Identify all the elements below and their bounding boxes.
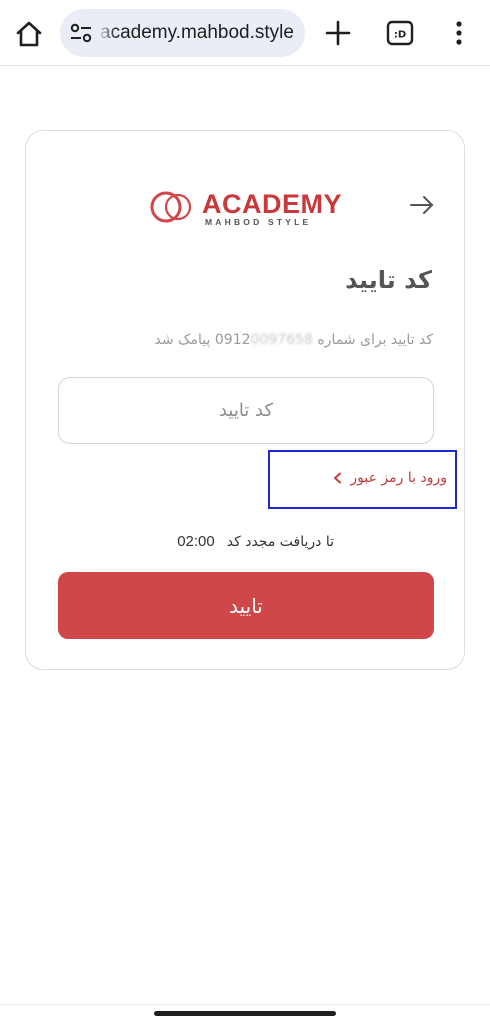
password-login-link[interactable]: ورود با رمز عبور	[333, 470, 447, 486]
tab-switcher-icon[interactable]: :D	[386, 20, 414, 46]
phone-number: 09120097658	[215, 332, 313, 348]
logo-subtext: MAHBOD STYLE	[205, 217, 311, 227]
highlight-box: ورود با رمز عبور	[268, 450, 457, 509]
new-tab-icon[interactable]	[324, 19, 352, 47]
more-menu-icon[interactable]	[452, 18, 466, 48]
password-login-label[interactable]: ورود با رمز عبور	[350, 470, 447, 486]
home-icon[interactable]	[14, 19, 44, 49]
page-title: کد تایید	[345, 266, 432, 294]
resend-timer-row: تا دریافت مجدد کد 02:00	[177, 533, 334, 550]
logo-text: ACADEMY	[202, 189, 342, 219]
academy-logo: ACADEMY MAHBOD STYLE	[150, 189, 342, 227]
tab-count: :D	[394, 30, 406, 41]
resend-text: تا دریافت مجدد کد	[226, 533, 334, 550]
verification-card: ACADEMY MAHBOD STYLE کد تایید کد تایید ب…	[25, 130, 465, 670]
site-settings-icon[interactable]	[70, 23, 92, 43]
arrow-right-icon[interactable]	[408, 193, 436, 217]
resend-countdown: 02:00	[177, 533, 215, 550]
sms-info-prefix: کد تایید برای شماره	[317, 332, 433, 348]
nav-bar-divider	[0, 1004, 490, 1005]
phone-hidden: 0097658	[250, 332, 313, 348]
sms-info-suffix: پیامک شد	[154, 332, 211, 348]
phone-visible: 0912	[214, 332, 251, 348]
url-text[interactable]: academy.mahbod.style	[100, 22, 300, 44]
verification-code-input[interactable]	[58, 377, 434, 444]
browser-toolbar: academy.mahbod.style :D	[0, 0, 490, 66]
chevron-left-icon[interactable]	[333, 472, 342, 484]
sms-info-text: کد تایید برای شماره 09120097658 پیامک شد	[154, 332, 433, 348]
address-bar[interactable]: academy.mahbod.style	[60, 9, 305, 57]
gesture-home-indicator[interactable]	[154, 1011, 336, 1016]
confirm-button[interactable]: تایید	[58, 572, 434, 639]
